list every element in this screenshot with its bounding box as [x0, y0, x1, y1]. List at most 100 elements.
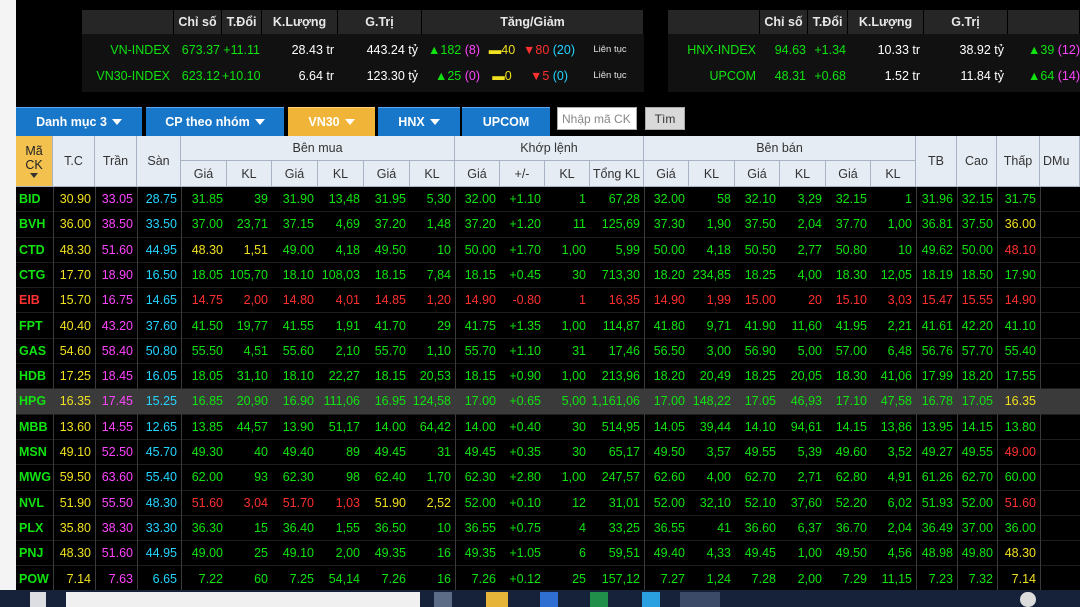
table-row[interactable]: PLX 35.80 38.30 33.30 36.30 15 36.40 1,55 36.50 1…	[16, 516, 1080, 542]
excel-icon[interactable]	[590, 592, 608, 607]
index-row-upcom[interactable]: UPCOM 48.31 +0.68 1.52 tr 11.84 tỷ ▲64 (…	[668, 64, 1080, 88]
table-row[interactable]: PNJ 48.30 51.60 44.95 49.00 25 49.10 2,00 49.35 1…	[16, 541, 1080, 567]
stock-symbol[interactable]: MWG	[16, 465, 53, 490]
index-valuetrade: 123.30 tỷ	[366, 69, 418, 83]
cell: 4,00	[706, 470, 731, 485]
table-row[interactable]: EIB 15.70 16.75 14.65 14.75 2,00 14.80 4,01 14.8…	[16, 288, 1080, 314]
cell: 11	[573, 217, 586, 232]
column-divider	[1040, 187, 1041, 590]
stock-symbol[interactable]: CTG	[16, 263, 53, 288]
tab-vn30[interactable]: VN30	[288, 107, 375, 136]
cell: 1	[905, 192, 912, 206]
stock-symbol[interactable]: BID	[16, 187, 53, 212]
stock-symbol[interactable]: POW	[16, 567, 53, 591]
tab-upcom[interactable]: UPCOM	[462, 107, 550, 136]
word-icon[interactable]	[540, 592, 558, 607]
table-row[interactable]: NVL 51.90 55.50 48.30 51.60 3,04 51.70 1,03 51.9…	[16, 491, 1080, 516]
group-khop-lenh: Khớp lệnh	[455, 136, 644, 161]
stock-symbol[interactable]: PLX	[16, 516, 53, 541]
subheader-kl: KL	[410, 161, 455, 187]
cell: 6	[579, 546, 586, 561]
cell: 41.50	[191, 318, 223, 333]
table-row[interactable]: BID 30.90 33.05 28.75 31.85 39 31.90 13,48 31.95…	[16, 187, 1080, 213]
table-row[interactable]: GAS 54.60 58.40 50.80 55.50 4,51 55.60 2,10 55.7…	[16, 339, 1080, 365]
table-row[interactable]: MBB 13.60 14.55 12.65 13.85 44,57 13.90 51,17 14…	[16, 415, 1080, 440]
table-row[interactable]: HDB 17.25 18.45 16.05 18.05 31,10 18.10 22,27 18…	[16, 364, 1080, 390]
hdr-kluong: K.Lượng	[262, 10, 338, 34]
cell: 50.00	[961, 242, 993, 257]
cell: 1,00	[561, 369, 586, 384]
table-row[interactable]: CTG 17.70 18.90 16.50 18.05 105,70 18.10 108,03…	[16, 263, 1080, 289]
cell: 247,57	[601, 470, 640, 485]
subheader-gia: Giá	[644, 161, 689, 187]
hdr-tanggiam: Tăng/Giảm	[422, 10, 644, 34]
table-row[interactable]: FPT 40.40 43.20 37.60 41.50 19,77 41.55 1,91 41.…	[16, 314, 1080, 339]
cell: 15	[254, 520, 268, 535]
cell: 46,93	[790, 394, 822, 409]
cell: 49.00	[282, 242, 314, 257]
task-view-icon[interactable]	[434, 592, 452, 607]
cell: 32.00	[464, 192, 496, 206]
cell: 10	[437, 520, 451, 535]
cell: 2,21	[887, 318, 912, 333]
cell: 29	[437, 318, 451, 333]
stock-symbol[interactable]: HDB	[16, 364, 53, 389]
cell: +0.35	[509, 445, 541, 459]
column-divider	[53, 187, 54, 590]
cell: 49.10	[59, 445, 91, 459]
stock-code-input[interactable]	[557, 107, 637, 130]
cell: 55.50	[101, 495, 133, 510]
file-explorer-icon[interactable]	[486, 592, 508, 607]
edge-icon[interactable]	[642, 592, 660, 607]
cell: 37.20	[374, 217, 406, 232]
stock-symbol[interactable]: NVL	[16, 491, 53, 516]
search-button[interactable]: Tìm	[645, 107, 685, 130]
same-count: 0	[504, 69, 512, 83]
stock-symbol[interactable]: PNJ	[16, 541, 53, 566]
stock-symbol[interactable]: GAS	[16, 339, 53, 364]
table-row[interactable]: POW 7.14 7.63 6.65 7.22 60 7.25 54,14 7.26 16 7.26…	[16, 567, 1080, 591]
tab-cp-theo-nhom[interactable]: CP theo nhóm	[146, 107, 284, 136]
tab-danh-muc[interactable]: Danh mục 3	[16, 107, 142, 136]
cell: 36.60	[744, 520, 776, 535]
windows-start-icon[interactable]	[30, 592, 46, 607]
cell: 41.90	[744, 318, 776, 333]
col-ma-ck[interactable]: Mã CK	[16, 136, 53, 187]
cell: 37,60	[790, 495, 822, 510]
stock-symbol[interactable]: BVH	[16, 212, 53, 237]
stock-symbol[interactable]: HPG	[16, 389, 53, 414]
cell: 55.70	[374, 343, 406, 358]
table-row[interactable]: BVH 36.00 38.50 33.50 37.00 23,71 37.15 4,69 37.…	[16, 212, 1080, 238]
network-icon[interactable]	[1020, 592, 1036, 607]
table-row[interactable]: CTD 48.30 51.60 44.95 48.30 1,51 49.00 4,18 49.5…	[16, 238, 1080, 263]
index-row-vnindex[interactable]: VN-INDEX 673.37 +11.11 28.43 tr 443.24 t…	[82, 38, 644, 62]
stock-symbol[interactable]: CTD	[16, 238, 53, 263]
index-row-hnx[interactable]: HNX-INDEX 94.63 +1.34 10.33 tr 38.92 tỷ …	[668, 38, 1080, 62]
column-divider	[997, 187, 998, 590]
cell: 2,77	[797, 242, 822, 257]
cell: 1,00	[561, 470, 586, 485]
stock-symbol[interactable]: FPT	[16, 314, 53, 339]
cell: 4,51	[243, 343, 268, 358]
table-row[interactable]: MWG 59.50 63.60 55.40 62.00 93 62.30 98 62.40 1,7…	[16, 465, 1080, 491]
taskbar-search-box[interactable]	[66, 592, 420, 607]
table-row[interactable]: MSN 49.10 52.50 45.70 49.30 40 49.40 89 49.45 31 4…	[16, 440, 1080, 466]
index-row-vn30[interactable]: VN30-INDEX 623.12 +10.10 6.64 tr 123.30 …	[82, 64, 644, 88]
cell: 6.65	[152, 571, 177, 586]
cell: 1	[579, 293, 586, 308]
cell: 28.75	[145, 192, 177, 206]
cell: 49.60	[835, 445, 867, 459]
cell: 10	[898, 242, 912, 257]
cell: 37.00	[961, 520, 993, 535]
cell: 49.45	[374, 445, 406, 459]
cell: 18.19	[921, 267, 953, 282]
chrome-taskbar-button[interactable]	[680, 592, 720, 607]
stock-symbol[interactable]: EIB	[16, 288, 53, 313]
cell: 213,96	[601, 369, 640, 384]
stock-symbol[interactable]: MBB	[16, 415, 53, 440]
table-row[interactable]: HPG 16.35 17.45 15.25 16.85 20,90 16.90 111,06 1…	[16, 389, 1080, 415]
cell: 6,02	[887, 495, 912, 510]
tab-hnx[interactable]: HNX	[378, 107, 460, 136]
stock-symbol[interactable]: MSN	[16, 440, 53, 465]
index-header-left: Chỉ số T.Đổi K.Lượng G.Trị Tăng/Giảm	[82, 10, 644, 34]
